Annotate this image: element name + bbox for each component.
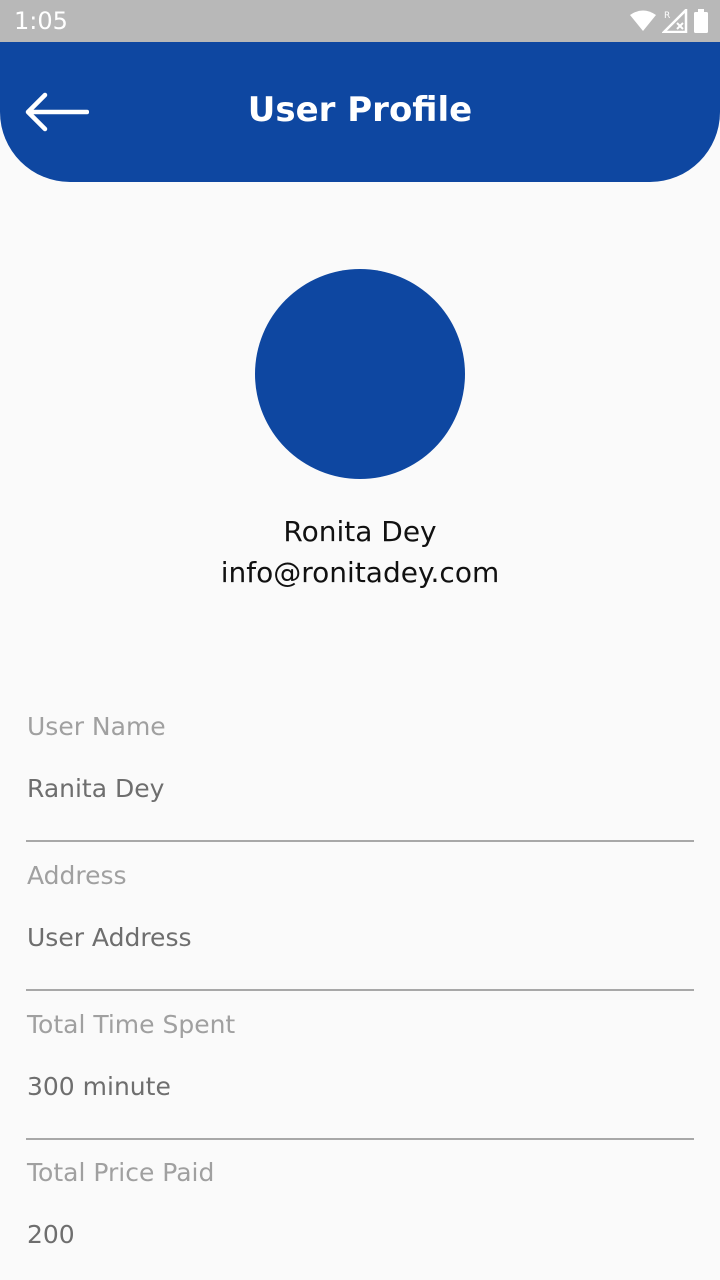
field-label: User Name: [27, 712, 166, 741]
app-bar: User Profile: [0, 42, 720, 182]
total-price-paid-field[interactable]: Total Price Paid 200: [26, 1158, 694, 1280]
status-bar: 1:05 R: [0, 0, 720, 42]
field-value[interactable]: Ranita Dey: [27, 774, 164, 803]
page-title: User Profile: [247, 90, 473, 130]
svg-text:R: R: [664, 11, 670, 21]
address-field[interactable]: Address User Address: [26, 861, 694, 991]
profile-email: info@ronitadey.com: [220, 556, 500, 589]
avatar[interactable]: [255, 269, 465, 479]
field-label: Total Time Spent: [27, 1010, 236, 1039]
field-value[interactable]: User Address: [27, 923, 192, 952]
field-label: Address: [27, 861, 127, 890]
user-name-field[interactable]: User Name Ranita Dey: [26, 712, 694, 842]
signal-roaming-icon: R: [662, 9, 688, 33]
battery-icon: [694, 9, 708, 33]
status-icons: R: [630, 8, 708, 34]
wifi-icon: [630, 10, 656, 31]
total-time-spent-field[interactable]: Total Time Spent 300 minute: [26, 1010, 694, 1140]
status-time: 1:05: [14, 7, 68, 35]
field-value[interactable]: 200: [27, 1220, 75, 1249]
field-value[interactable]: 300 minute: [27, 1072, 171, 1101]
field-label: Total Price Paid: [27, 1158, 215, 1187]
profile-name: Ronita Dey: [283, 515, 437, 548]
